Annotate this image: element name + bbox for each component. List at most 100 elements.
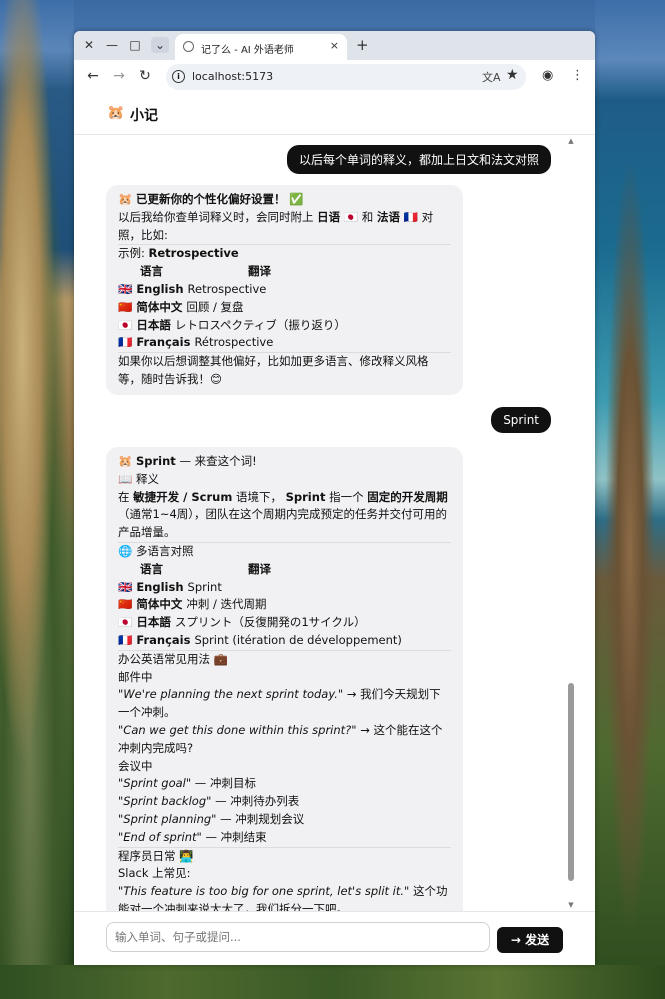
tab-close-icon[interactable]: ×: [330, 39, 339, 52]
text-span: 在: [118, 489, 130, 504]
text-span: （通常1~4周），团队在这个周期内完成预定的任务并交付可用的产品增量。: [118, 507, 448, 540]
text-span: 法语: [376, 209, 400, 224]
language-name: 简体中文: [136, 597, 183, 612]
english-phrase: "Sprint goal": [118, 776, 192, 791]
back-button[interactable]: ←: [84, 68, 102, 84]
tab-title: 记了么 - AI 外语老师: [201, 45, 294, 56]
example-sentence: "We're planning the next sprint today." …: [118, 686, 451, 722]
bookmark-star-icon[interactable]: ★: [506, 67, 519, 83]
japan-flag-icon: 🇯🇵: [343, 209, 359, 224]
table-row: 🇫🇷 Français Rétrospective: [118, 334, 451, 352]
chat-area[interactable]: 以后每个单词的释义，都加上日文和法文对照 🐹 已更新你的个性化偏好设置！ ✅ 以…: [74, 135, 595, 911]
definition-paragraph: 在 敏捷开发 / Scrum 语境下， Sprint 指一个 固定的开发周期 （…: [118, 489, 451, 542]
text-span: — 来查这个词!: [179, 454, 257, 468]
window-maximize-button[interactable]: □: [126, 37, 144, 53]
language-name: English: [136, 579, 184, 594]
new-tab-button[interactable]: +: [356, 36, 369, 54]
table-header: 语言 翻译: [118, 263, 451, 281]
table-row: 🇨🇳 简体中文 冲刺 / 迭代周期: [118, 596, 451, 614]
assistant-message: 🐹 已更新你的个性化偏好设置！ ✅ 以后我给你查单词释义时，会同时附上 日语 🇯…: [106, 185, 463, 395]
site-info-icon[interactable]: i: [172, 70, 185, 83]
user-message: 以后每个单词的释义，都加上日文和法文对照: [286, 145, 551, 174]
scroll-down-arrow-icon[interactable]: ▼: [567, 901, 575, 909]
tab-search-button[interactable]: ⌄: [151, 37, 169, 53]
section-label: 办公英语常见用法 💼: [118, 651, 228, 666]
chinese-translation: — 冲刺待办列表: [215, 794, 300, 809]
example-sentence: "This feature is too big for one sprint,…: [118, 883, 451, 911]
translation-table: 🇬🇧 English Sprint 🇨🇳 简体中文 冲刺 / 迭代周期 🇯🇵 日本語 スプリント…: [118, 579, 451, 650]
profile-icon[interactable]: ◉: [542, 68, 553, 83]
language-name: Français: [136, 632, 191, 647]
translation-value: Sprint (itération de développement): [194, 632, 402, 647]
flag-icon: 🇫🇷: [118, 335, 133, 350]
column-header: 语言: [140, 264, 163, 279]
section-label: 程序员日常 👨‍💻: [118, 848, 194, 863]
input-bar: → 发送: [74, 911, 595, 965]
app-name: 小记: [130, 108, 158, 124]
url-text[interactable]: localhost:5173: [192, 70, 273, 83]
scroll-up-arrow-icon[interactable]: ▲: [567, 137, 575, 145]
window-close-button[interactable]: ✕: [80, 37, 98, 53]
table-row: 🇬🇧 English Retrospective: [118, 281, 451, 299]
text-span: 和: [361, 209, 374, 224]
app-header: 🐹 小记: [74, 94, 595, 135]
table-row: 🇨🇳 简体中文 回顾 / 复盘: [118, 299, 451, 317]
flag-icon: 🇬🇧: [118, 579, 133, 594]
user-message: Sprint: [491, 407, 551, 433]
column-header: 翻译: [248, 264, 271, 279]
message-paragraph: 以后我给你查单词释义时，会同时附上 日语 🇯🇵 和 法语 🇫🇷 对照，比如:: [118, 209, 451, 245]
translation-value: スプリント（反復開発の1サイクル）: [174, 615, 366, 630]
translate-icon[interactable]: 文A: [482, 69, 501, 85]
chat-scrollbar[interactable]: ▲ ▼: [567, 135, 575, 911]
browser-toolbar: ← → ↻ i localhost:5173 文A ★ ◉ ⋮: [74, 60, 595, 94]
chinese-translation: — 冲刺结束: [205, 829, 267, 844]
flag-icon: 🇬🇧: [118, 281, 133, 296]
table-row: 🇯🇵 日本語 スプリント（反復開発の1サイクル）: [118, 614, 451, 632]
chinese-translation: — 冲刺规划会议: [220, 811, 305, 826]
translation-value: 冲刺 / 迭代周期: [186, 597, 267, 612]
english-phrase: "Sprint backlog": [118, 794, 212, 809]
meeting-phrase: "Sprint planning" — 冲刺规划会议: [118, 811, 451, 829]
subsection-label: 邮件中: [118, 669, 153, 684]
window-minimize-button[interactable]: —: [103, 37, 121, 53]
send-button[interactable]: → 发送: [497, 927, 563, 953]
reload-button[interactable]: ↻: [136, 68, 154, 84]
section-label: 多语言对照: [135, 543, 194, 558]
flag-icon: 🇫🇷: [118, 632, 133, 647]
check-icon: ✅: [289, 192, 304, 206]
desktop-wallpaper-left: [0, 0, 74, 999]
table-row: 🇫🇷 Français Sprint (itération de développe…: [118, 632, 451, 650]
forward-button[interactable]: →: [110, 68, 128, 84]
text-span: 日语: [317, 209, 341, 224]
subsection-label: Slack 上常见:: [118, 866, 191, 881]
address-bar[interactable]: i localhost:5173 文A ★: [166, 64, 526, 90]
table-row: 🇯🇵 日本語 レトロスペクティブ（振り返り）: [118, 317, 451, 335]
message-footer: 如果你以后想调整其他偏好，比如加更多语言、修改释义风格等，随时告诉我！😊: [118, 354, 429, 386]
section-label: 释义: [135, 471, 159, 486]
meeting-phrases: "Sprint goal" — 冲刺目标 "Sprint backlog" — 冲…: [118, 775, 451, 846]
translation-value: 回顾 / 复盘: [186, 299, 244, 314]
text-span: 固定的开发周期: [367, 489, 448, 504]
message-input[interactable]: [106, 922, 490, 952]
france-flag-icon: 🇫🇷: [403, 209, 418, 224]
browser-menu-icon[interactable]: ⋮: [571, 68, 584, 83]
hamster-icon: 🐹: [118, 454, 133, 468]
hamster-logo-icon: 🐹: [107, 105, 125, 121]
example-word: Retrospective: [148, 246, 239, 261]
column-header: 翻译: [248, 561, 271, 576]
tab-bar: ✕ — □ ⌄ 记了么 - AI 外语老师 × +: [74, 31, 595, 60]
browser-window: ✕ — □ ⌄ 记了么 - AI 外语老师 × + ← → ↻ i localh…: [74, 31, 595, 965]
tab-active[interactable]: 记了么 - AI 外语老师 ×: [175, 34, 347, 60]
scrollbar-thumb[interactable]: [568, 683, 574, 881]
language-name: Français: [136, 335, 191, 350]
table-row: 🇬🇧 English Sprint: [118, 579, 451, 597]
chinese-translation: — 冲刺目标: [194, 776, 256, 791]
english-example: "We're planning the next sprint today.": [118, 687, 344, 702]
table-header: 语言 翻译: [118, 561, 451, 579]
example-sentence: "Can we get this done within this sprint…: [118, 722, 451, 758]
translation-value: レトロスペクティブ（振り返り）: [174, 317, 346, 332]
text-span: 语境下，: [235, 489, 282, 504]
translation-value: Sprint: [187, 579, 222, 594]
desktop-wallpaper-right: [595, 0, 665, 999]
text-span: 敏捷开发 / Scrum: [133, 489, 233, 504]
